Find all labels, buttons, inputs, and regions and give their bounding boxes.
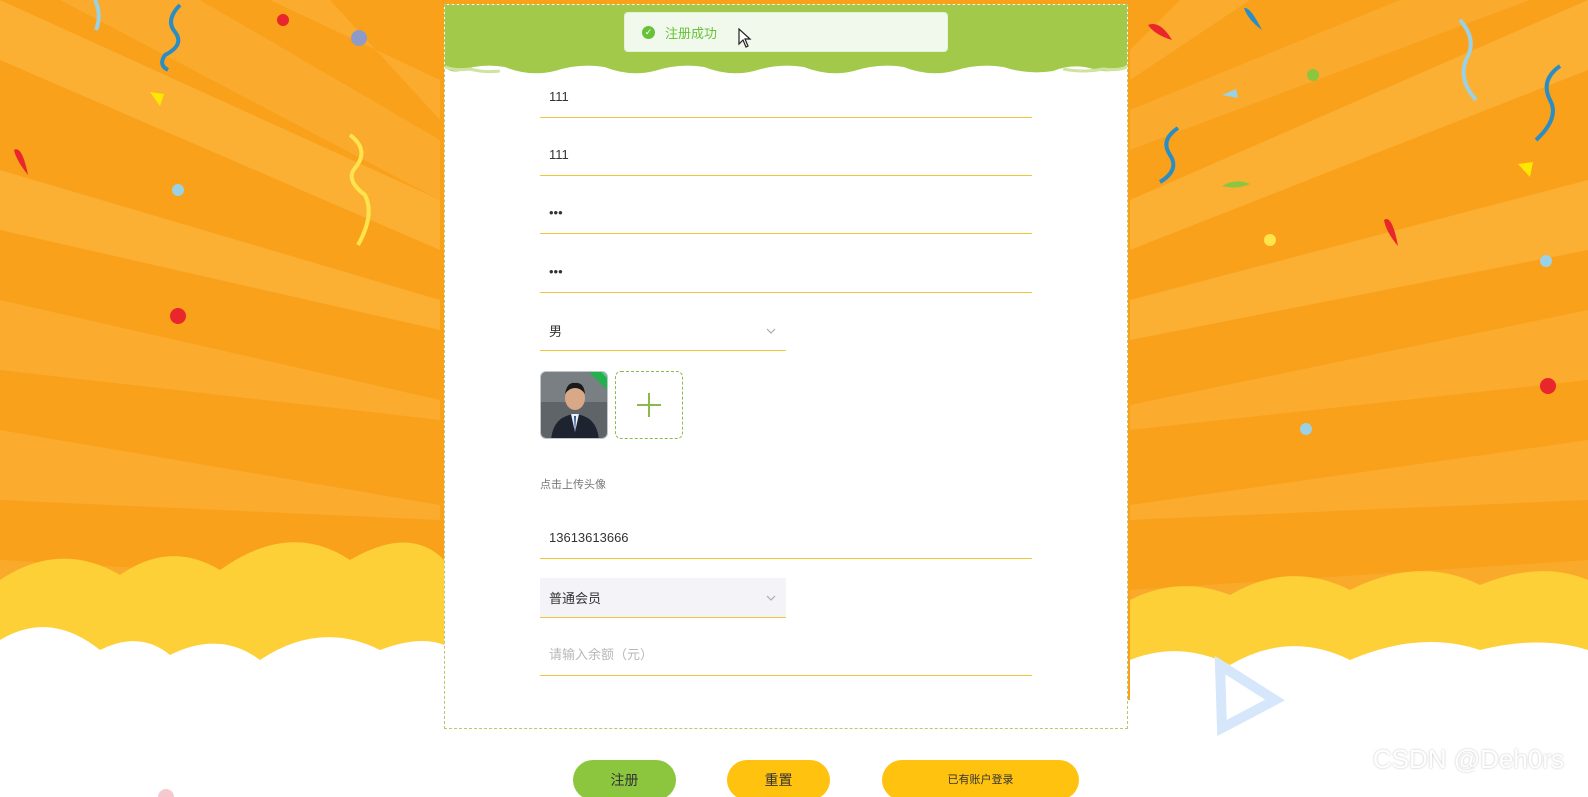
toast-message: 注册成功	[665, 25, 718, 41]
csdn-watermark: CSDN @Deh0rs	[1372, 744, 1564, 774]
nickname-input[interactable]	[540, 134, 1032, 176]
plus-icon	[637, 393, 661, 417]
chevron-down-icon	[766, 328, 776, 334]
success-toast: ✓ 注册成功	[624, 12, 948, 52]
confirm-password-input[interactable]	[540, 251, 1032, 293]
balance-input[interactable]	[540, 634, 1032, 676]
upload-avatar-button[interactable]	[615, 371, 683, 439]
mouse-cursor-icon	[738, 28, 752, 48]
login-link-button[interactable]: 已有账户登录	[882, 760, 1079, 797]
reset-button[interactable]: 重置	[727, 760, 830, 797]
phone-input[interactable]	[540, 517, 1032, 559]
username-input[interactable]	[540, 76, 1032, 118]
avatar-preview[interactable]	[540, 371, 608, 439]
gender-selected-value: 男	[549, 324, 563, 339]
chevron-down-icon	[766, 595, 776, 601]
gender-select[interactable]: 男	[540, 311, 786, 351]
password-input[interactable]	[540, 192, 1032, 234]
avatar-upload-hint: 点击上传头像	[540, 479, 606, 491]
member-type-selected-value: 普通会员	[549, 591, 602, 606]
register-button[interactable]: 注册	[573, 760, 676, 797]
avatar-photo	[541, 372, 607, 438]
success-check-icon: ✓	[642, 25, 655, 39]
member-type-select[interactable]: 普通会员	[540, 578, 786, 618]
